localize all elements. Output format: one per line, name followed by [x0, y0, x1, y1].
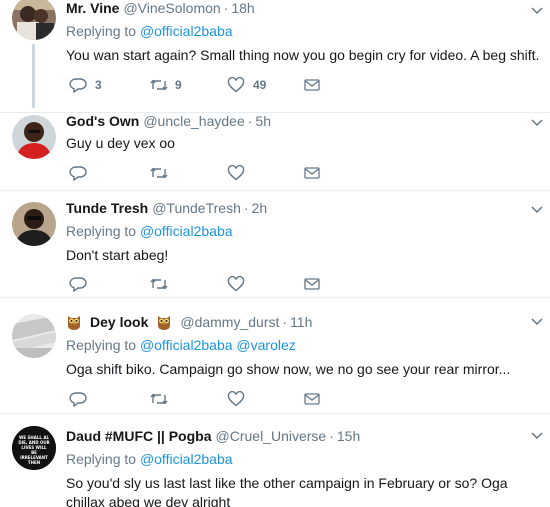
- dm-button[interactable]: [304, 392, 320, 406]
- replying-label: Replying to: [66, 451, 137, 467]
- avatar[interactable]: [12, 0, 56, 40]
- tweet-2[interactable]: God's Own @uncle_haydee · 5h Guy u dey v…: [0, 113, 550, 190]
- timestamp[interactable]: 18h: [231, 0, 254, 17]
- replying-label: Replying to: [66, 23, 137, 39]
- like-button[interactable]: [227, 165, 304, 181]
- tweet-actions: [69, 165, 320, 181]
- retweet-button[interactable]: 9: [149, 77, 227, 93]
- chevron-down-icon[interactable]: [530, 115, 544, 129]
- avatar[interactable]: WE SHALL AL DIE, AND OUR LIVES WILL BE I…: [12, 426, 56, 470]
- timestamp[interactable]: 15h: [337, 427, 360, 445]
- user-handle[interactable]: @Cruel_Universe: [216, 427, 327, 445]
- reply-count: 3: [95, 78, 102, 92]
- tweet-text: You wan start again? Small thing now you…: [66, 47, 540, 63]
- dm-button[interactable]: [304, 277, 320, 291]
- reply-icon: [69, 77, 87, 93]
- tweet-text: Don't start abeg!: [66, 247, 169, 263]
- retweet-icon: [149, 391, 169, 407]
- tweet-5[interactable]: WE SHALL AL DIE, AND OUR LIVES WILL BE I…: [0, 414, 550, 507]
- heart-icon: [227, 165, 245, 181]
- user-handle[interactable]: @TundeTresh: [152, 199, 241, 217]
- timestamp[interactable]: 5h: [255, 112, 271, 130]
- like-button[interactable]: [227, 276, 304, 292]
- thread-line: [32, 44, 35, 108]
- mention-link[interactable]: @official2baba: [140, 223, 233, 239]
- heart-icon: [227, 77, 245, 93]
- owl-emoji-icon: [66, 314, 82, 330]
- user-handle[interactable]: @uncle_haydee: [143, 112, 244, 130]
- display-name[interactable]: Tunde Tresh: [66, 199, 148, 217]
- retweet-button[interactable]: [149, 276, 227, 292]
- replying-to: Replying to @official2baba: [66, 22, 540, 40]
- envelope-icon: [304, 277, 320, 291]
- heart-icon: [227, 391, 245, 407]
- user-handle[interactable]: @dammy_durst: [180, 313, 279, 331]
- tweet-actions: [69, 391, 320, 407]
- timestamp[interactable]: 2h: [252, 199, 268, 217]
- replying-to: Replying to @official2baba @varolez: [66, 336, 540, 354]
- replying-to: Replying to @official2baba: [66, 450, 540, 468]
- reply-icon: [69, 276, 87, 292]
- owl-emoji-icon: [156, 314, 172, 330]
- dm-button[interactable]: [304, 166, 320, 180]
- heart-icon: [227, 276, 245, 292]
- retweet-count: 9: [175, 78, 182, 92]
- retweet-button[interactable]: [149, 391, 227, 407]
- mention-link[interactable]: @official2baba: [140, 451, 233, 467]
- separator-dot: ·: [223, 0, 229, 16]
- dm-button[interactable]: [304, 78, 320, 92]
- replying-label: Replying to: [66, 337, 137, 353]
- like-button[interactable]: 49: [227, 77, 304, 93]
- retweet-button[interactable]: [149, 165, 227, 181]
- tweet-actions: [69, 276, 320, 292]
- mention-link[interactable]: @official2baba: [140, 23, 233, 39]
- mention-link[interactable]: @varolez: [236, 337, 295, 353]
- tweet-1[interactable]: Mr. Vine @VineSolomon · 18h Replying to …: [0, 0, 550, 112]
- tweet-text: So you'd sly us last last like the other…: [66, 475, 508, 507]
- reply-button[interactable]: [69, 391, 149, 407]
- separator-dot: ·: [282, 314, 288, 330]
- tweet-text: Oga shift biko. Campaign go show now, we…: [66, 361, 511, 377]
- chevron-down-icon[interactable]: [530, 314, 544, 328]
- display-name[interactable]: God's Own: [66, 112, 139, 130]
- retweet-icon: [149, 165, 169, 181]
- separator-dot: ·: [243, 200, 249, 216]
- user-handle[interactable]: @VineSolomon: [123, 0, 220, 17]
- display-name[interactable]: Dey look: [90, 313, 148, 331]
- avatar[interactable]: [12, 115, 56, 159]
- avatar[interactable]: [12, 202, 56, 246]
- chevron-down-icon[interactable]: [530, 428, 544, 442]
- replying-to: Replying to @official2baba: [66, 222, 540, 240]
- reply-icon: [69, 391, 87, 407]
- display-name[interactable]: Mr. Vine: [66, 0, 119, 17]
- tweet-text: Guy u dey vex oo: [66, 135, 175, 151]
- chevron-down-icon[interactable]: [530, 202, 544, 216]
- reply-button[interactable]: [69, 165, 149, 181]
- separator-dot: ·: [247, 113, 253, 129]
- tweet-3[interactable]: Tunde Tresh @TundeTresh · 2h Replying to…: [0, 191, 550, 295]
- mention-link[interactable]: @official2baba: [140, 337, 233, 353]
- like-button[interactable]: [227, 391, 304, 407]
- envelope-icon: [304, 78, 320, 92]
- replying-label: Replying to: [66, 223, 137, 239]
- avatar-text: WE SHALL AL DIE, AND OUR LIVES WILL BE I…: [18, 435, 50, 465]
- like-count: 49: [253, 78, 267, 92]
- avatar[interactable]: [12, 314, 56, 358]
- tweet-actions: 3 9 49: [69, 77, 320, 93]
- reply-icon: [69, 165, 87, 181]
- timestamp[interactable]: 11h: [290, 313, 312, 331]
- retweet-icon: [149, 276, 169, 292]
- reply-button[interactable]: 3: [69, 77, 149, 93]
- envelope-icon: [304, 166, 320, 180]
- reply-button[interactable]: [69, 276, 149, 292]
- tweet-4[interactable]: Dey look @dammy_durst · 11h Replying to …: [0, 298, 550, 410]
- envelope-icon: [304, 392, 320, 406]
- chevron-down-icon[interactable]: [530, 3, 544, 17]
- separator-dot: ·: [329, 428, 334, 444]
- display-name[interactable]: Daud #MUFC || Pogba: [66, 427, 212, 445]
- retweet-icon: [149, 77, 169, 93]
